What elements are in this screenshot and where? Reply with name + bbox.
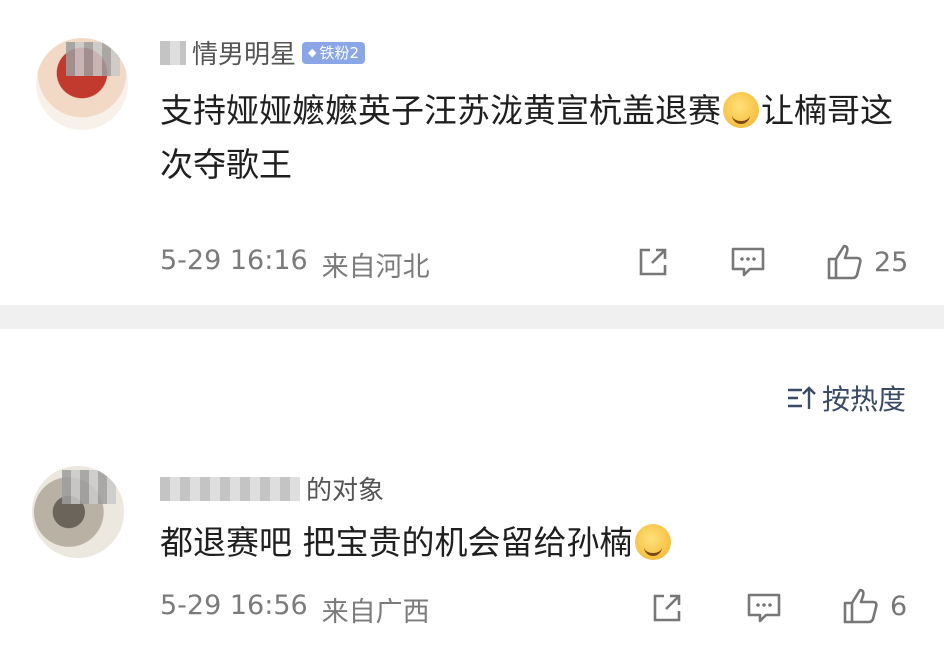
comment-icon: [747, 593, 781, 623]
share-button[interactable]: [650, 586, 684, 630]
timestamp: 5-29 16:56: [160, 590, 308, 621]
comment-text-part: 都退赛吧 把宝贵的机会留给孙楠: [160, 523, 633, 562]
comment-text: 都退赛吧 把宝贵的机会留给孙楠: [160, 516, 900, 570]
comment-item: 的对象 都退赛吧 把宝贵的机会留给孙楠 5-29 16:56 来自广西 6: [0, 0, 944, 653]
like-count: 6: [890, 590, 908, 622]
thumbs-up-icon: [843, 588, 878, 624]
reply-button[interactable]: [746, 586, 782, 630]
username-text: 的对象: [306, 476, 385, 506]
avatar-mosaic: [62, 470, 116, 504]
smile-emoji: [634, 524, 671, 560]
comment-meta: 5-29 16:56 来自广西: [160, 590, 430, 629]
avatar[interactable]: [32, 466, 124, 558]
username[interactable]: 的对象: [160, 470, 384, 507]
share-icon: [653, 594, 681, 622]
location: 来自广西: [321, 597, 430, 628]
name-mosaic: [160, 476, 300, 501]
like-button[interactable]: 6: [842, 584, 907, 628]
